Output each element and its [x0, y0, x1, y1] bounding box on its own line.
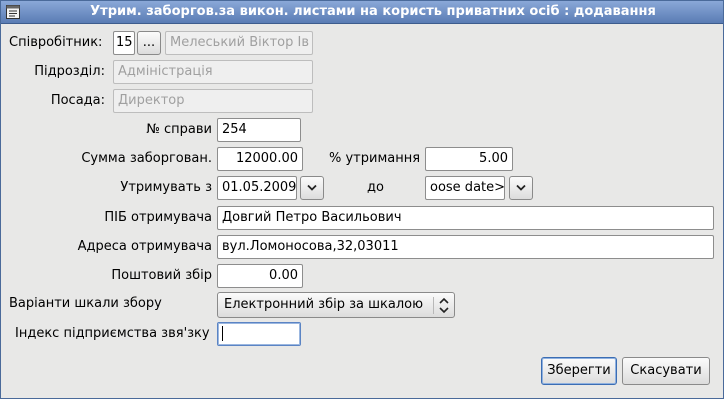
debt-sum-field[interactable]: 12000.00: [217, 147, 303, 171]
updown-arrows-icon: [439, 297, 449, 314]
post-index-field[interactable]: [217, 322, 301, 346]
window-title: Утрим. заборгов.за викон. листами на кор…: [90, 4, 656, 19]
postal-fee-field[interactable]: 0.00: [217, 264, 303, 288]
recipient-address-field[interactable]: вул.Ломоносова,32,03011: [217, 235, 714, 259]
withhold-to-dropdown-button[interactable]: [509, 176, 533, 200]
save-button[interactable]: Зберегти: [541, 357, 617, 385]
debt-sum-label: Сумма заборгован.: [81, 151, 212, 166]
withhold-from-dropdown-button[interactable]: [300, 176, 324, 200]
withhold-percent-field[interactable]: 5.00: [425, 147, 513, 171]
text-caret: [222, 326, 223, 341]
combo-separator: [433, 297, 434, 314]
chevron-down-icon: [516, 184, 526, 191]
department-field: Адміністрація: [113, 60, 313, 84]
employee-id-field[interactable]: 15: [113, 31, 135, 55]
position-label: Посада:: [50, 93, 105, 108]
postal-fee-label: Поштовий збір: [111, 268, 212, 283]
recipient-name-label: ПІБ отримувача: [104, 210, 212, 225]
fee-scale-label: Варіанти шкали збору: [9, 296, 162, 311]
withhold-from-date-field[interactable]: 01.05.2009: [217, 176, 297, 200]
recipient-name-field[interactable]: Довгий Петро Васильович: [217, 206, 714, 230]
recipient-address-label: Адреса отримувача: [77, 239, 212, 254]
case-number-label: № справи: [146, 122, 212, 137]
cancel-button[interactable]: Скасувати: [622, 357, 710, 385]
position-field: Директор: [113, 89, 313, 113]
withhold-from-label: Утримувать з: [120, 180, 212, 195]
department-label: Підрозділ:: [34, 64, 105, 79]
withhold-percent-label: % утримання: [329, 151, 421, 166]
form-icon: [6, 5, 20, 19]
employee-name-field: Мелеський Віктор Ів: [165, 31, 313, 55]
case-number-field[interactable]: 254: [217, 118, 301, 142]
employee-label: Співробітник:: [9, 35, 103, 50]
withhold-to-label: до: [367, 180, 384, 195]
post-index-label: Індекс підприємства звя'зку: [15, 326, 210, 341]
fee-scale-value: Електронний збір за шкалою: [224, 297, 424, 312]
employee-picker-button[interactable]: ...: [137, 31, 161, 55]
chevron-down-icon: [307, 184, 317, 191]
withhold-to-date-field[interactable]: oose date>: [425, 176, 505, 200]
fee-scale-select[interactable]: Електронний збір за шкалою: [217, 292, 455, 318]
dialog-window: Утрим. заборгов.за викон. листами на кор…: [0, 0, 724, 399]
title-bar[interactable]: Утрим. заборгов.за викон. листами на кор…: [1, 1, 723, 24]
